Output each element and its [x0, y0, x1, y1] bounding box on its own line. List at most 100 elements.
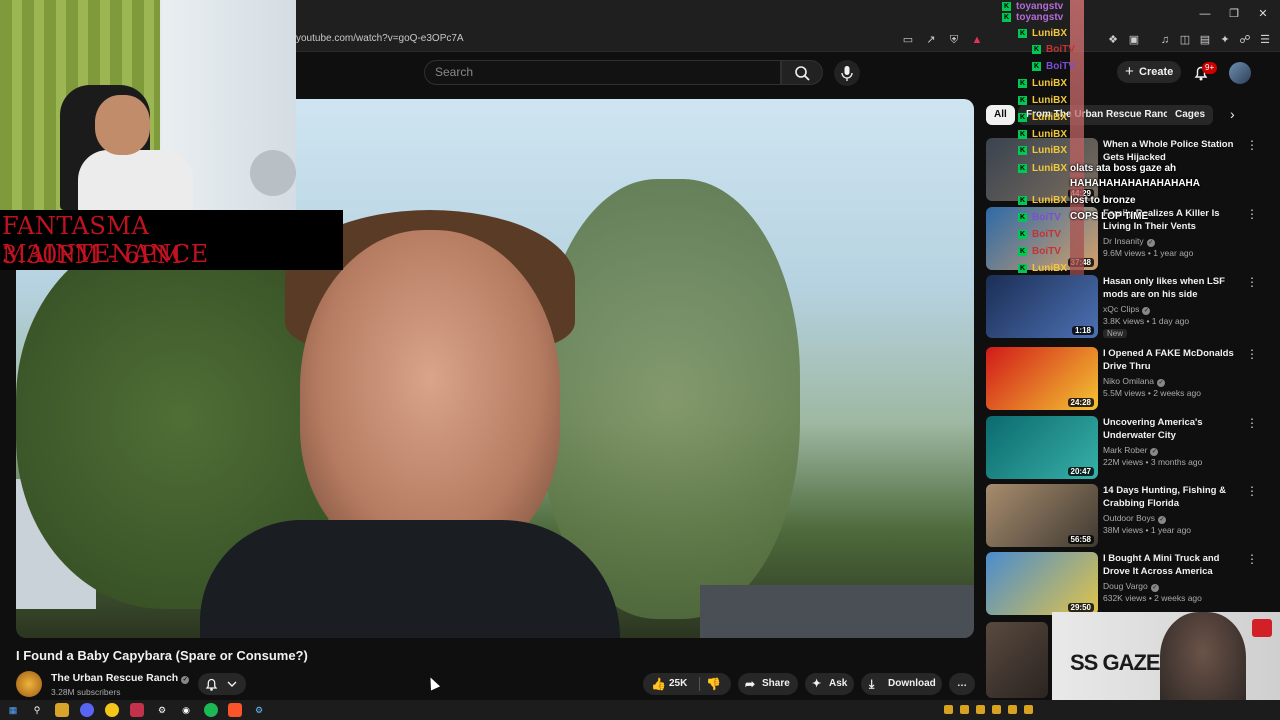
more-options-icon[interactable]: ⋮	[1246, 484, 1258, 498]
recommendation-item[interactable]: 20:47 Uncovering America's Underwater Cit…	[986, 416, 1258, 480]
app-icon[interactable]	[130, 703, 144, 717]
recommendation-thumbnail[interactable]	[986, 622, 1048, 698]
restore-icon[interactable]: ❐	[1225, 6, 1243, 22]
shield-icon[interactable]: ⛨	[947, 33, 961, 47]
download-button[interactable]: ⤓ Download	[861, 673, 942, 695]
recommendation-channel[interactable]: Doug Vargo ✓	[1103, 581, 1159, 592]
extensions-icon[interactable]: ❖	[1106, 33, 1120, 47]
voice-search-button[interactable]	[834, 60, 860, 86]
channel-name[interactable]: The Urban Rescue Ranch ✓	[51, 672, 190, 684]
recommendation-thumbnail[interactable]: 24:28	[986, 347, 1098, 410]
tray-icon[interactable]	[944, 705, 953, 714]
create-button[interactable]: + Create	[1117, 61, 1181, 83]
recommendation-title[interactable]: Hasan only likes when LSF mods are on hi…	[1103, 275, 1243, 301]
kick-badge-icon: K	[1018, 112, 1027, 122]
brave-icon[interactable]	[228, 703, 242, 717]
sponsor-brand: SS GAZE	[1070, 650, 1161, 675]
search-button[interactable]	[781, 60, 823, 85]
more-options-icon[interactable]: ⋮	[1246, 207, 1258, 221]
kick-badge-icon: K	[1018, 195, 1027, 205]
music-icon[interactable]: ♫	[1158, 33, 1172, 47]
chat-username: LuniBX	[1032, 28, 1067, 39]
recommendation-channel[interactable]: Mark Rober ✓	[1103, 445, 1159, 456]
recommendation-channel-name[interactable]: Mark Rober	[1103, 445, 1147, 455]
recommendation-title[interactable]: I Opened A FAKE McDonalds Drive Thru	[1103, 347, 1243, 373]
tab-search-icon[interactable]: ▣	[1127, 33, 1141, 47]
chrome-icon[interactable]	[105, 703, 119, 717]
chip-cages[interactable]: Cages	[1167, 105, 1214, 125]
more-actions-button[interactable]: …	[949, 673, 975, 695]
chat-line: K BoiTV	[1032, 43, 1075, 57]
share-page-icon[interactable]: ↗	[924, 33, 938, 47]
verified-icon: ✓	[1150, 448, 1159, 456]
channel-name-text[interactable]: The Urban Rescue Ranch	[51, 672, 178, 684]
sparkle-icon: ✦	[812, 678, 822, 690]
like-count[interactable]: 25K	[669, 673, 687, 695]
recommendation-thumbnail[interactable]: 1:18	[986, 275, 1098, 338]
vpn-icon[interactable]: ☍	[1238, 33, 1252, 47]
ask-button[interactable]: ✦ Ask	[805, 673, 854, 695]
rewards-icon[interactable]: ▲	[970, 33, 984, 47]
recommendation-channel[interactable]: Niko Omilana ✓	[1103, 376, 1166, 387]
download-icon: ⤓	[869, 677, 875, 691]
recommendation-title[interactable]: 14 Days Hunting, Fishing & Crabbing Flor…	[1103, 484, 1243, 510]
tray-icon[interactable]	[976, 705, 985, 714]
close-icon[interactable]: ✕	[1254, 6, 1272, 22]
recommendation-thumbnail[interactable]: 29:50	[986, 552, 1098, 615]
recommendation-channel-name[interactable]: Niko Omilana	[1103, 376, 1154, 386]
recommendation-channel-name[interactable]: xQc Clips	[1103, 304, 1139, 314]
more-options-icon[interactable]: ⋮	[1246, 347, 1258, 361]
recommendation-title[interactable]: When a Whole Police Station Gets Hijacke…	[1103, 138, 1243, 164]
chip-all[interactable]: All	[986, 105, 1015, 125]
leo-icon[interactable]: ✦	[1218, 33, 1232, 47]
file-explorer-icon[interactable]	[55, 703, 69, 717]
recommendation-channel-name[interactable]: Doug Vargo	[1103, 581, 1148, 591]
recommendation-title[interactable]: I Bought A Mini Truck and Drove It Acros…	[1103, 552, 1243, 578]
recommendation-channel[interactable]: xQc Clips ✓	[1103, 304, 1151, 315]
recommendation-channel[interactable]: Outdoor Boys ✓	[1103, 513, 1166, 524]
kick-badge-icon: K	[1018, 263, 1027, 273]
recommendation-channel-name[interactable]: Outdoor Boys	[1103, 513, 1155, 523]
recommendation-item[interactable]: 56:58 14 Days Hunting, Fishing & Crabbing…	[986, 484, 1258, 548]
recommendation-thumbnail[interactable]: 56:58	[986, 484, 1098, 547]
tray-icon[interactable]	[992, 705, 1001, 714]
cast-icon[interactable]: ▭	[901, 33, 915, 47]
windows-start-icon[interactable]: ▦	[6, 703, 20, 717]
more-options-icon[interactable]: ⋮	[1246, 552, 1258, 566]
tray-icon[interactable]	[1024, 705, 1033, 714]
share-button[interactable]: ➦ Share	[738, 673, 798, 695]
recommendation-title[interactable]: Uncovering America's Underwater City	[1103, 416, 1243, 442]
url-text[interactable]: youtube.com/watch?v=goQ-e3OPc7A	[296, 33, 464, 44]
dislike-icon[interactable]: 👎	[706, 673, 721, 695]
recommendation-channel-name[interactable]: Dr Insanity	[1103, 236, 1144, 246]
chevron-right-icon[interactable]: ›	[1230, 106, 1235, 122]
steam-app-icon[interactable]: ⚙	[252, 703, 266, 717]
sidebar-icon[interactable]: ◫	[1178, 33, 1192, 47]
more-options-icon[interactable]: ⋮	[1246, 275, 1258, 289]
spotify-icon[interactable]	[204, 703, 218, 717]
wallet-icon[interactable]: ▤	[1198, 33, 1212, 47]
more-options-icon[interactable]: ⋮	[1246, 416, 1258, 430]
chat-username: LuniBX	[1032, 112, 1067, 123]
tray-icon[interactable]	[960, 705, 969, 714]
steam-icon[interactable]: ⚙	[155, 703, 169, 717]
subscribed-button[interactable]	[198, 673, 246, 695]
account-avatar[interactable]	[1229, 62, 1251, 84]
like-icon[interactable]: 👍	[651, 673, 666, 695]
recommendation-item[interactable]: 1:18 Hasan only likes when LSF mods are o…	[986, 275, 1258, 339]
tray-icon[interactable]	[1008, 705, 1017, 714]
minimize-icon[interactable]: —	[1196, 6, 1214, 22]
chat-line: K LuniBX	[1018, 111, 1067, 125]
recommendation-item[interactable]: 29:50 I Bought A Mini Truck and Drove It …	[986, 552, 1258, 616]
recommendation-item[interactable]: 24:28 I Opened A FAKE McDonalds Drive Thr…	[986, 347, 1258, 411]
search-input[interactable]: Search	[424, 60, 781, 85]
recommendation-thumbnail[interactable]: 20:47	[986, 416, 1098, 479]
discord-icon[interactable]	[80, 703, 94, 717]
taskbar-search-icon[interactable]: ⚲	[30, 703, 44, 717]
chat-username: LuniBX	[1032, 145, 1067, 156]
recommendation-channel[interactable]: Dr Insanity ✓	[1103, 236, 1155, 247]
more-options-icon[interactable]: ⋮	[1246, 138, 1258, 152]
menu-icon[interactable]: ☰	[1258, 33, 1272, 47]
obs-icon[interactable]: ◉	[179, 703, 193, 717]
channel-avatar[interactable]	[16, 671, 42, 697]
